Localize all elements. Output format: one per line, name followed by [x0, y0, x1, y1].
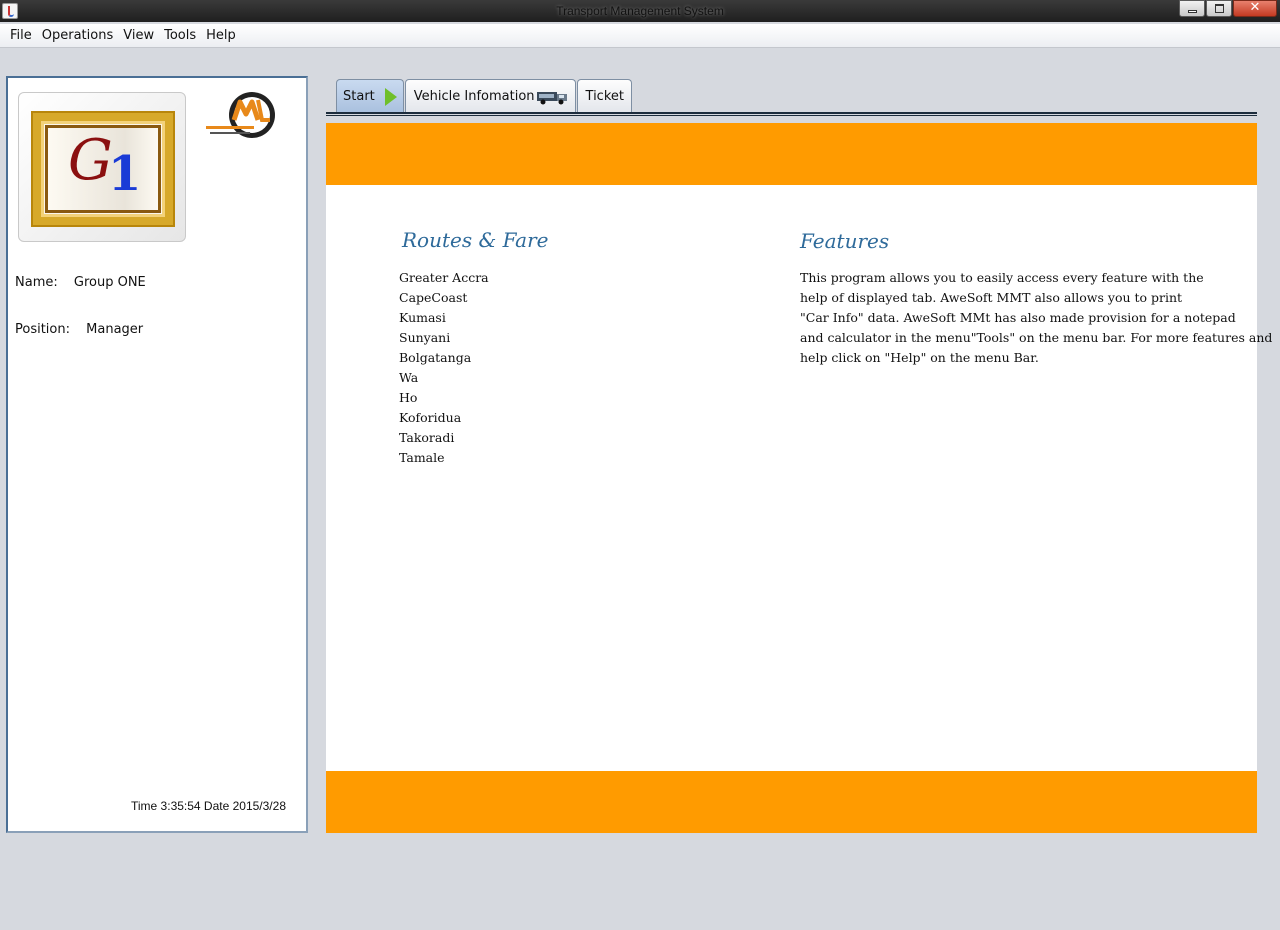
maximize-icon	[1215, 4, 1224, 13]
route-item: CapeCoast	[399, 290, 468, 305]
features-line: and calculator in the menu"Tools" on the…	[800, 330, 1273, 345]
routes-title: Routes & Fare	[402, 228, 549, 252]
menu-view[interactable]: View	[117, 24, 158, 47]
tab-content-border	[326, 112, 1257, 116]
tab-start[interactable]: Start	[336, 79, 404, 113]
route-item: Tamale	[399, 450, 445, 465]
menu-tools[interactable]: Tools	[158, 24, 200, 47]
bottom-banner	[326, 771, 1257, 833]
profile-panel: G 1 Name: Group ONE Position: Manager Ti…	[6, 76, 308, 833]
tab-ticket-label: Ticket	[585, 89, 624, 104]
features-title: Features	[800, 229, 890, 253]
route-item: Takoradi	[399, 430, 455, 445]
window-controls: ✕	[1178, 0, 1277, 17]
route-item: Bolgatanga	[399, 350, 472, 365]
name-label: Name:	[15, 275, 58, 290]
route-item: Sunyani	[399, 330, 451, 345]
close-icon: ✕	[1249, 0, 1261, 15]
window-title: Transport Management System	[556, 4, 724, 18]
name-value: Group ONE	[73, 275, 146, 290]
route-item: Kumasi	[399, 310, 446, 325]
clock-display: Time 3:35:54 Date 2015/3/28	[131, 799, 286, 813]
title-bar: Transport Management System ✕	[0, 0, 1280, 22]
name-row: Name: Group ONE	[15, 275, 146, 290]
tab-ticket[interactable]: Ticket	[576, 79, 632, 113]
tab-vehicle-information[interactable]: Vehicle Infomation	[404, 79, 576, 113]
menu-file[interactable]: File	[4, 24, 36, 47]
start-tab-content: Routes & Fare Greater Accra CapeCoast Ku…	[326, 123, 1273, 833]
truck-icon	[536, 91, 567, 104]
tab-vehicle-label: Vehicle Infomation	[413, 89, 535, 104]
minimize-button[interactable]	[1179, 0, 1205, 17]
route-item: Ho	[399, 390, 418, 405]
minimize-icon	[1188, 10, 1197, 13]
tab-bar: Start Vehicle Infomation Ticket	[336, 79, 633, 113]
position-value: Manager	[86, 322, 144, 337]
top-banner	[326, 123, 1257, 185]
tab-start-label: Start	[343, 89, 375, 104]
maximize-button[interactable]	[1206, 0, 1232, 17]
position-row: Position: Manager	[15, 322, 143, 337]
gold-frame: G 1	[33, 113, 173, 225]
features-line: This program allows you to easily access…	[800, 270, 1204, 285]
route-item: Wa	[399, 370, 419, 385]
features-line: "Car Info" data. AweSoft MMt has also ma…	[800, 310, 1236, 325]
menu-bar: File Operations View Tools Help	[0, 24, 1280, 48]
features-description: This program allows you to easily access…	[800, 269, 1273, 369]
features-line: help of displayed tab. AweSoft MMT also …	[800, 290, 1183, 305]
play-icon	[384, 87, 397, 106]
close-button[interactable]: ✕	[1233, 0, 1277, 17]
menu-help[interactable]: Help	[200, 24, 240, 47]
mmt-company-logo	[206, 92, 275, 138]
route-item: Greater Accra	[399, 270, 489, 285]
position-label: Position:	[15, 322, 70, 337]
group-logo: G 1	[18, 92, 186, 242]
features-line: help click on "Help" on the menu Bar.	[800, 350, 1039, 365]
menu-operations[interactable]: Operations	[36, 24, 117, 47]
routes-list: Greater Accra CapeCoast Kumasi Sunyani B…	[399, 269, 489, 469]
route-item: Koforidua	[399, 410, 462, 425]
